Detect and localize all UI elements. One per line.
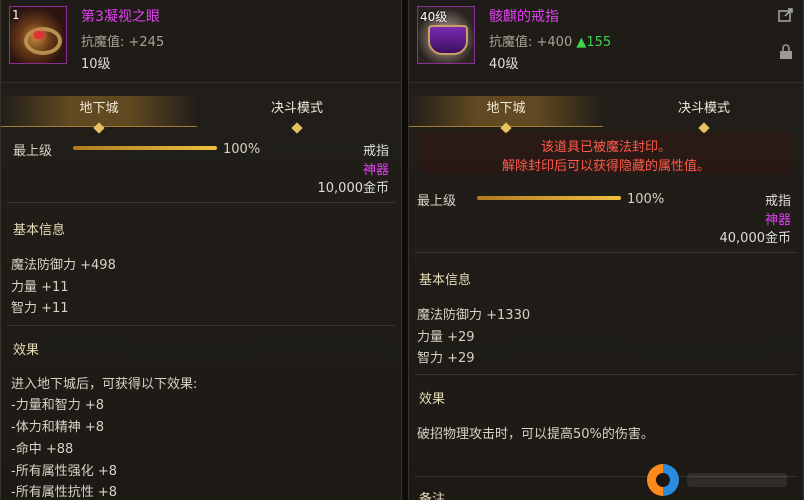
basic-info-title: 基本信息 <box>13 223 66 238</box>
effect-line: -命中 +88 <box>11 442 74 457</box>
grade-percent: 100% <box>223 142 261 157</box>
stat-text: 抗魔值: +400 <box>489 35 577 50</box>
item-name: 骸麒的戒指 <box>489 9 559 25</box>
grade-percent: 100% <box>627 192 665 207</box>
share-icon[interactable] <box>777 8 795 24</box>
item-price: 10,000金币 <box>317 181 390 196</box>
tab-label: 决斗模式 <box>270 101 323 116</box>
item-level: 40级 <box>489 57 519 72</box>
stat-line: 力量 +11 <box>11 280 69 295</box>
tab-label: 决斗模式 <box>677 101 730 116</box>
anti-magic-stat: 抗魔值: +245 <box>81 35 165 50</box>
stat-line: 力量 +29 <box>417 330 475 345</box>
item-name: 第3凝视之眼 <box>81 9 160 25</box>
notes-title: 备注 <box>419 492 446 500</box>
tab-pvp[interactable]: 决斗模式 <box>197 96 397 134</box>
divider <box>7 202 395 203</box>
effect-line: -所有属性强化 +8 <box>11 464 117 479</box>
gem-icon <box>34 31 44 39</box>
mode-tabs: 地下城 决斗模式 <box>1 96 401 134</box>
watermark-logo <box>647 464 797 496</box>
item-header: 40级 骸麒的戒指 抗魔值: +400 ▲155 40级 <box>409 0 803 83</box>
item-slot: 戒指 <box>362 144 389 159</box>
tab-label: 地下城 <box>486 101 526 116</box>
icon-level: 1 <box>12 8 20 22</box>
grade-bar <box>73 146 217 150</box>
effect-line: -力量和智力 +8 <box>11 398 104 413</box>
effect-title: 效果 <box>13 343 40 358</box>
effect-title: 效果 <box>419 392 446 407</box>
right-item-tooltip: 40级 骸麒的戒指 抗魔值: +400 ▲155 40级 地下城 决斗模式 该道… <box>408 0 804 500</box>
effect-line: -体力和精神 +8 <box>11 420 104 435</box>
effect-line: 进入地下城后，可获得以下效果: <box>11 377 198 392</box>
tab-dungeon[interactable]: 地下城 <box>1 96 197 134</box>
ring-icon <box>428 25 468 55</box>
effect-line: -所有属性抗性 +8 <box>11 485 117 500</box>
grade-bar <box>477 196 621 200</box>
tab-marker-icon <box>93 122 105 134</box>
stat-line: 魔法防御力 +1330 <box>417 308 531 323</box>
item-icon: 40级 <box>417 6 475 64</box>
divider <box>415 252 797 253</box>
lock-icon[interactable] <box>777 44 795 60</box>
logo-text-block <box>687 473 787 487</box>
left-item-tooltip: 1 第3凝视之眼 抗魔值: +245 10级 地下城 决斗模式 最上级 100%… <box>0 0 402 500</box>
item-price: 40,000金币 <box>719 231 792 246</box>
grade-label: 最上级 <box>417 194 457 209</box>
effect-line: 破招物理攻击时，可以提高50%的伤害。 <box>417 427 654 442</box>
item-rarity: 神器 <box>764 213 791 228</box>
tab-label: 地下城 <box>79 101 119 116</box>
item-icon: 1 <box>9 6 67 64</box>
anti-magic-stat: 抗魔值: +400 ▲155 <box>489 31 611 50</box>
grade-label: 最上级 <box>13 144 53 159</box>
item-rarity: 神器 <box>362 163 389 178</box>
stat-line: 智力 +11 <box>11 301 69 316</box>
divider <box>7 325 395 326</box>
logo-icon <box>647 464 679 496</box>
tab-marker-icon <box>291 122 303 134</box>
tab-dungeon[interactable]: 地下城 <box>409 96 603 134</box>
item-slot: 戒指 <box>764 194 791 209</box>
item-level: 10级 <box>81 57 111 72</box>
basic-info-title: 基本信息 <box>419 273 472 288</box>
tab-pvp[interactable]: 决斗模式 <box>603 96 803 134</box>
stat-increase: ▲155 <box>576 35 612 50</box>
mode-tabs: 地下城 决斗模式 <box>409 96 803 134</box>
sealed-line: 该道具已被魔法封印。 <box>540 140 671 155</box>
icon-level: 40级 <box>420 10 448 24</box>
item-header: 1 第3凝视之眼 抗魔值: +245 10级 <box>1 0 401 83</box>
sealed-line: 解除封印后可以获得隐藏的属性值。 <box>501 159 710 174</box>
divider <box>415 374 797 375</box>
stat-line: 魔法防御力 +498 <box>11 258 116 273</box>
stat-line: 智力 +29 <box>417 351 475 366</box>
